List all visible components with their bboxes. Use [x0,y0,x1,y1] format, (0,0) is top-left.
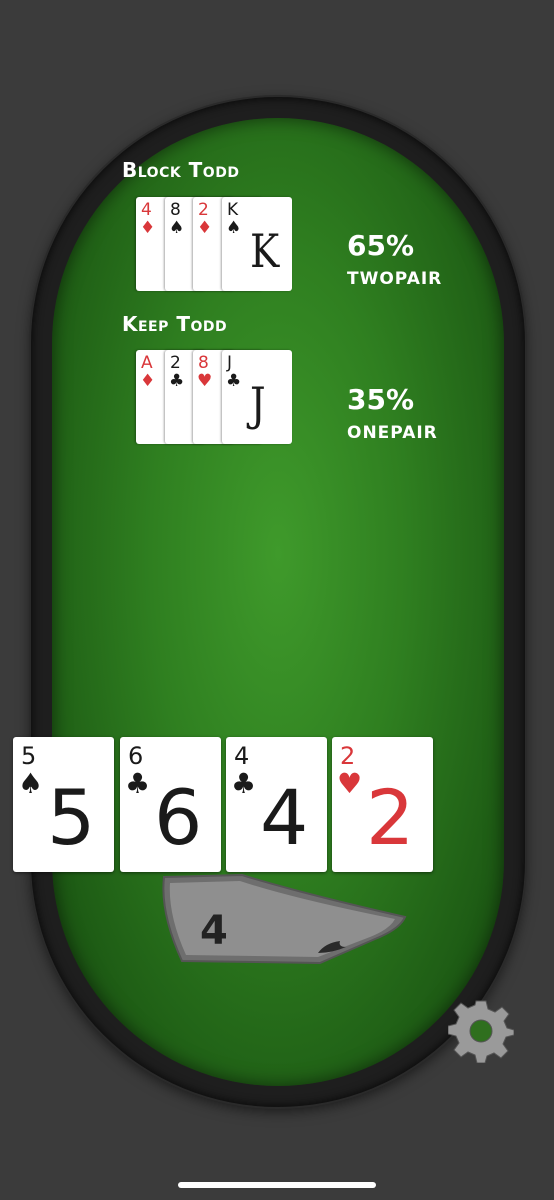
settings-button[interactable] [447,997,515,1064]
card-rank: 8 [198,353,209,373]
spade-icon: ♠ [18,767,44,800]
diamond-icon: ♦ [140,371,156,391]
card-rank: 2 [340,742,356,770]
keep-card-4[interactable]: J ♣ J [222,350,292,444]
diamond-icon: ♦ [140,218,156,238]
card-rank: 5 [21,742,37,770]
card-rank: 2 [170,353,181,373]
player-card-1[interactable]: 5 ♠ 5 [13,737,114,872]
keep-hand-odds: 35% onepair [347,383,438,445]
heart-icon: ♥ [337,767,363,800]
player-card-3[interactable]: 4 ♣ 4 [226,737,327,872]
card-face-rank: 4 [260,773,309,862]
card-face-rank: J [250,377,266,431]
club-icon: ♣ [231,767,257,800]
block-hand-title: Block Todd [122,158,240,182]
home-indicator[interactable] [178,1182,376,1188]
keep-hand[interactable]: A ♦ 2 ♣ 8 ♥ J ♣ J [136,350,294,446]
heart-icon: ♥ [197,371,213,391]
card-deck[interactable]: 4 [150,873,412,967]
card-deck-icon [162,873,407,965]
card-rank: K [227,200,239,220]
card-rank: 8 [170,200,181,220]
card-rank: A [141,353,153,373]
block-card-4[interactable]: K ♠ K [222,197,292,291]
deck-count: 4 [200,908,228,954]
card-rank: 6 [128,742,144,770]
spade-icon: ♠ [226,218,242,238]
gear-icon [447,1000,515,1064]
club-icon: ♣ [169,371,185,391]
player-card-4[interactable]: 2 ♥ 2 [332,737,433,872]
card-rank: J [227,353,233,373]
spade-icon: ♠ [169,218,185,238]
keep-hand-title: Keep Todd [122,312,228,336]
card-face-rank: 5 [47,773,96,862]
club-icon: ♣ [226,371,242,391]
card-face-rank: 6 [154,773,203,862]
card-rank: 4 [234,742,250,770]
keep-hand-rank: onepair [347,416,438,444]
club-icon: ♣ [125,767,151,800]
keep-odds-percent: 35% [347,383,415,416]
card-face-rank: K [250,224,280,278]
block-odds-percent: 65% [347,229,415,262]
block-hand[interactable]: 4 ♦ 8 ♠ 2 ♦ K ♠ K [136,197,294,293]
diamond-icon: ♦ [197,218,213,238]
card-rank: 4 [141,200,152,220]
card-rank: 2 [198,200,209,220]
block-hand-odds: 65% twopair [347,229,443,291]
block-hand-rank: twopair [347,262,443,290]
card-face-rank: 2 [366,773,415,862]
player-card-2[interactable]: 6 ♣ 6 [120,737,221,872]
